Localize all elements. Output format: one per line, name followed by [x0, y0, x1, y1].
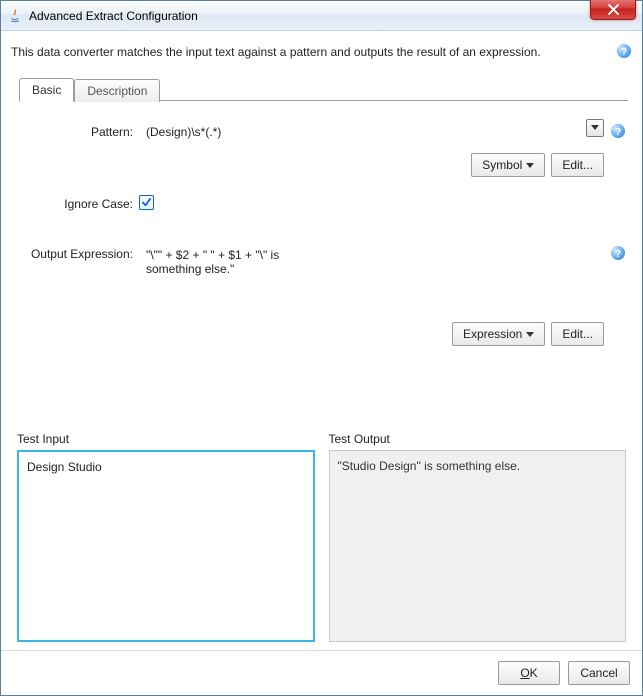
pattern-edit-button[interactable]: Edit...: [551, 153, 604, 177]
description-text: This data converter matches the input te…: [11, 43, 541, 59]
basic-panel: Pattern: ? Symbol Edit...: [11, 101, 632, 360]
test-input-label: Test Input: [17, 432, 315, 446]
pattern-dropdown-toggle[interactable]: [586, 119, 604, 137]
tabs: Basic Description: [19, 77, 628, 101]
symbol-button-label: Symbol: [482, 158, 522, 172]
help-icon[interactable]: ?: [616, 43, 632, 59]
expression-edit-button[interactable]: Edit...: [551, 322, 604, 346]
dialog-content: This data converter matches the input te…: [1, 31, 642, 650]
ok-button[interactable]: OK: [498, 661, 560, 685]
dialog-window: Advanced Extract Configuration This data…: [0, 0, 643, 696]
window-title: Advanced Extract Configuration: [29, 9, 198, 23]
test-output-label: Test Output: [329, 432, 627, 446]
caret-down-icon: [526, 158, 534, 172]
help-icon[interactable]: ?: [610, 245, 626, 261]
test-output: "Studio Design" is something else.: [329, 450, 627, 642]
titlebar[interactable]: Advanced Extract Configuration: [1, 1, 642, 31]
expression-edit-label: Edit...: [562, 327, 593, 341]
java-icon: [7, 8, 23, 24]
pattern-label: Pattern:: [29, 119, 139, 139]
expression-button[interactable]: Expression: [452, 322, 545, 346]
caret-down-icon: [526, 327, 534, 341]
cancel-button[interactable]: Cancel: [568, 661, 630, 685]
output-expression-input[interactable]: [139, 241, 308, 311]
pattern-input[interactable]: [139, 119, 604, 145]
dialog-footer: OK Cancel: [1, 650, 642, 695]
tab-description[interactable]: Description: [74, 79, 160, 102]
svg-text:?: ?: [615, 127, 621, 138]
window-close-button[interactable]: [590, 0, 636, 20]
test-input[interactable]: [17, 450, 315, 642]
ignore-case-label: Ignore Case:: [29, 191, 139, 211]
ok-mnemonic: O: [520, 666, 529, 680]
cancel-label: Cancel: [580, 666, 617, 680]
svg-text:?: ?: [615, 249, 621, 260]
ok-rest: K: [530, 666, 538, 680]
output-expression-label: Output Expression:: [29, 241, 139, 261]
svg-text:?: ?: [621, 47, 627, 58]
expression-button-label: Expression: [463, 327, 522, 341]
ignore-case-checkbox[interactable]: [139, 195, 154, 210]
pattern-edit-label: Edit...: [562, 158, 593, 172]
test-area: Test Input Test Output "Studio Design" i…: [11, 432, 632, 642]
help-icon[interactable]: ?: [610, 123, 626, 139]
symbol-button[interactable]: Symbol: [471, 153, 545, 177]
tab-basic[interactable]: Basic: [19, 78, 74, 102]
